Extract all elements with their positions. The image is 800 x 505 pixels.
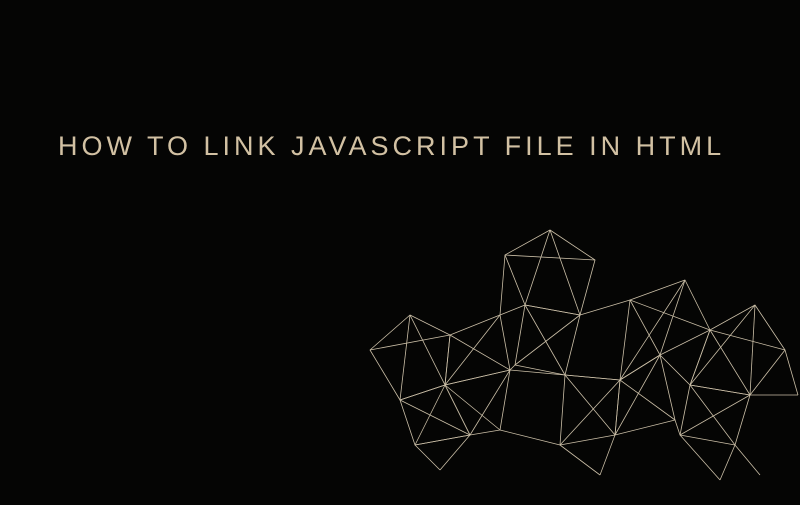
- page-title: HOW TO LINK JAVASCRIPT FILE IN HTML: [58, 128, 725, 164]
- geometric-wireframe-art: [340, 220, 800, 500]
- title-line-1: HOW TO LINK JAVASCRIPT FILE IN HTML: [58, 131, 725, 161]
